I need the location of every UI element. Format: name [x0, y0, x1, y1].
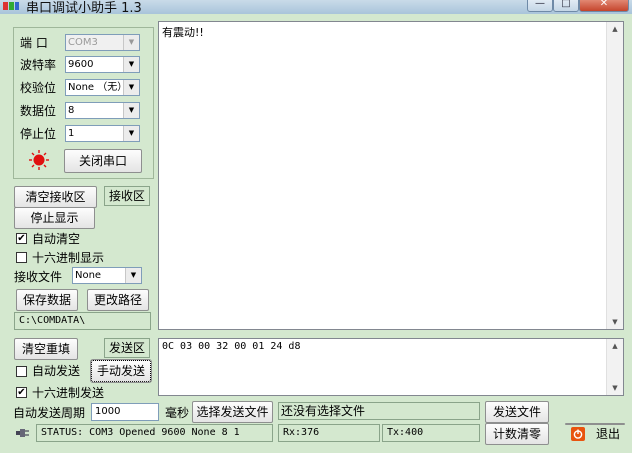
- port-status-indicator-icon: [29, 150, 49, 170]
- clear-send-button[interactable]: 清空重填: [14, 338, 78, 360]
- clear-count-button[interactable]: 计数清零: [485, 423, 549, 445]
- stop-display-button[interactable]: 停止显示: [14, 207, 95, 229]
- exit-label: 退出: [596, 427, 621, 441]
- hex-send-label: 十六进制发送: [32, 386, 105, 400]
- stopbits-select[interactable]: 1 ▼: [65, 125, 140, 142]
- tx-counter: Tx:400: [382, 424, 480, 442]
- send-textarea[interactable]: 0C 03 00 32 00 01 24 d8 ▲ ▼: [158, 338, 624, 396]
- receive-content: 有震动!!: [162, 26, 204, 39]
- receive-file-select[interactable]: None ▼: [72, 267, 142, 284]
- chevron-down-icon[interactable]: ▼: [123, 35, 139, 50]
- change-path-button[interactable]: 更改路径: [87, 289, 149, 311]
- chevron-down-icon[interactable]: ▼: [123, 103, 139, 118]
- auto-send-checkbox[interactable]: [16, 366, 27, 377]
- save-data-button[interactable]: 保存数据: [16, 289, 78, 311]
- stopbits-value: 1: [68, 128, 75, 139]
- send-content: 0C 03 00 32 00 01 24 d8: [162, 341, 301, 352]
- send-period-input[interactable]: 1000: [91, 403, 159, 421]
- chevron-down-icon[interactable]: ▼: [123, 57, 139, 72]
- send-file-status: 还没有选择文件: [278, 402, 480, 420]
- send-period-label: 自动发送周期: [13, 406, 86, 420]
- auto-clear-label: 自动清空: [32, 232, 81, 246]
- scroll-down-icon[interactable]: ▼: [607, 315, 623, 329]
- receive-textarea[interactable]: 有震动!! ▲ ▼: [158, 21, 624, 330]
- power-icon: [571, 427, 585, 441]
- send-file-button[interactable]: 发送文件: [485, 401, 549, 423]
- baud-value: 9600: [68, 59, 94, 70]
- chevron-down-icon[interactable]: ▼: [123, 126, 139, 141]
- baud-label: 波特率: [20, 58, 57, 72]
- hex-send-checkbox[interactable]: ✔: [16, 387, 27, 398]
- scroll-up-icon[interactable]: ▲: [607, 339, 623, 353]
- save-path-display: C:\COMDATA\: [14, 312, 151, 330]
- databits-label: 数据位: [20, 104, 57, 118]
- port-select[interactable]: COM3 ▼: [65, 34, 140, 51]
- status-text: STATUS: COM3 Opened 9600 None 8 1: [36, 424, 273, 442]
- stopbits-label: 停止位: [20, 127, 57, 141]
- receive-file-label: 接收文件: [14, 270, 63, 284]
- app-icon: [3, 2, 19, 10]
- title-bar: 串口调试小助手 1.3 — □ ✕: [0, 0, 632, 14]
- databits-select[interactable]: 8 ▼: [65, 102, 140, 119]
- port-label: 端 口: [20, 36, 48, 50]
- hex-display-checkbox[interactable]: [16, 252, 27, 263]
- maximize-button[interactable]: □: [553, 0, 579, 12]
- port-value: COM3: [68, 37, 98, 48]
- window-title: 串口调试小助手 1.3: [26, 1, 142, 14]
- plug-icon: [16, 429, 29, 437]
- receive-file-value: None: [75, 270, 102, 281]
- choose-send-file-button[interactable]: 选择发送文件: [192, 401, 273, 423]
- close-port-button[interactable]: 关闭串口: [64, 149, 142, 173]
- auto-clear-checkbox[interactable]: ✔: [16, 233, 27, 244]
- minimize-button[interactable]: —: [527, 0, 553, 12]
- chevron-down-icon[interactable]: ▼: [123, 80, 139, 95]
- receive-scrollbar[interactable]: ▲ ▼: [606, 22, 623, 329]
- close-window-button[interactable]: ✕: [579, 0, 629, 12]
- send-scrollbar[interactable]: ▲ ▼: [606, 339, 623, 395]
- parity-label: 校验位: [20, 81, 57, 95]
- auto-send-label: 自动发送: [32, 364, 81, 378]
- hex-display-label: 十六进制显示: [32, 251, 105, 265]
- receive-area-label: 接收区: [104, 186, 150, 206]
- databits-value: 8: [68, 105, 75, 116]
- scroll-up-icon[interactable]: ▲: [607, 22, 623, 36]
- chevron-down-icon[interactable]: ▼: [125, 268, 141, 283]
- manual-send-button[interactable]: 手动发送: [90, 359, 152, 383]
- send-area-label: 发送区: [104, 338, 150, 358]
- scroll-down-icon[interactable]: ▼: [607, 381, 623, 395]
- parity-value: None （无）: [68, 82, 128, 93]
- period-unit-label: 毫秒: [165, 406, 190, 420]
- clear-receive-button[interactable]: 清空接收区: [14, 186, 97, 208]
- rx-counter: Rx:376: [278, 424, 380, 442]
- baud-select[interactable]: 9600 ▼: [65, 56, 140, 73]
- parity-select[interactable]: None （无） ▼: [65, 79, 140, 96]
- exit-button[interactable]: 退出: [565, 423, 625, 441]
